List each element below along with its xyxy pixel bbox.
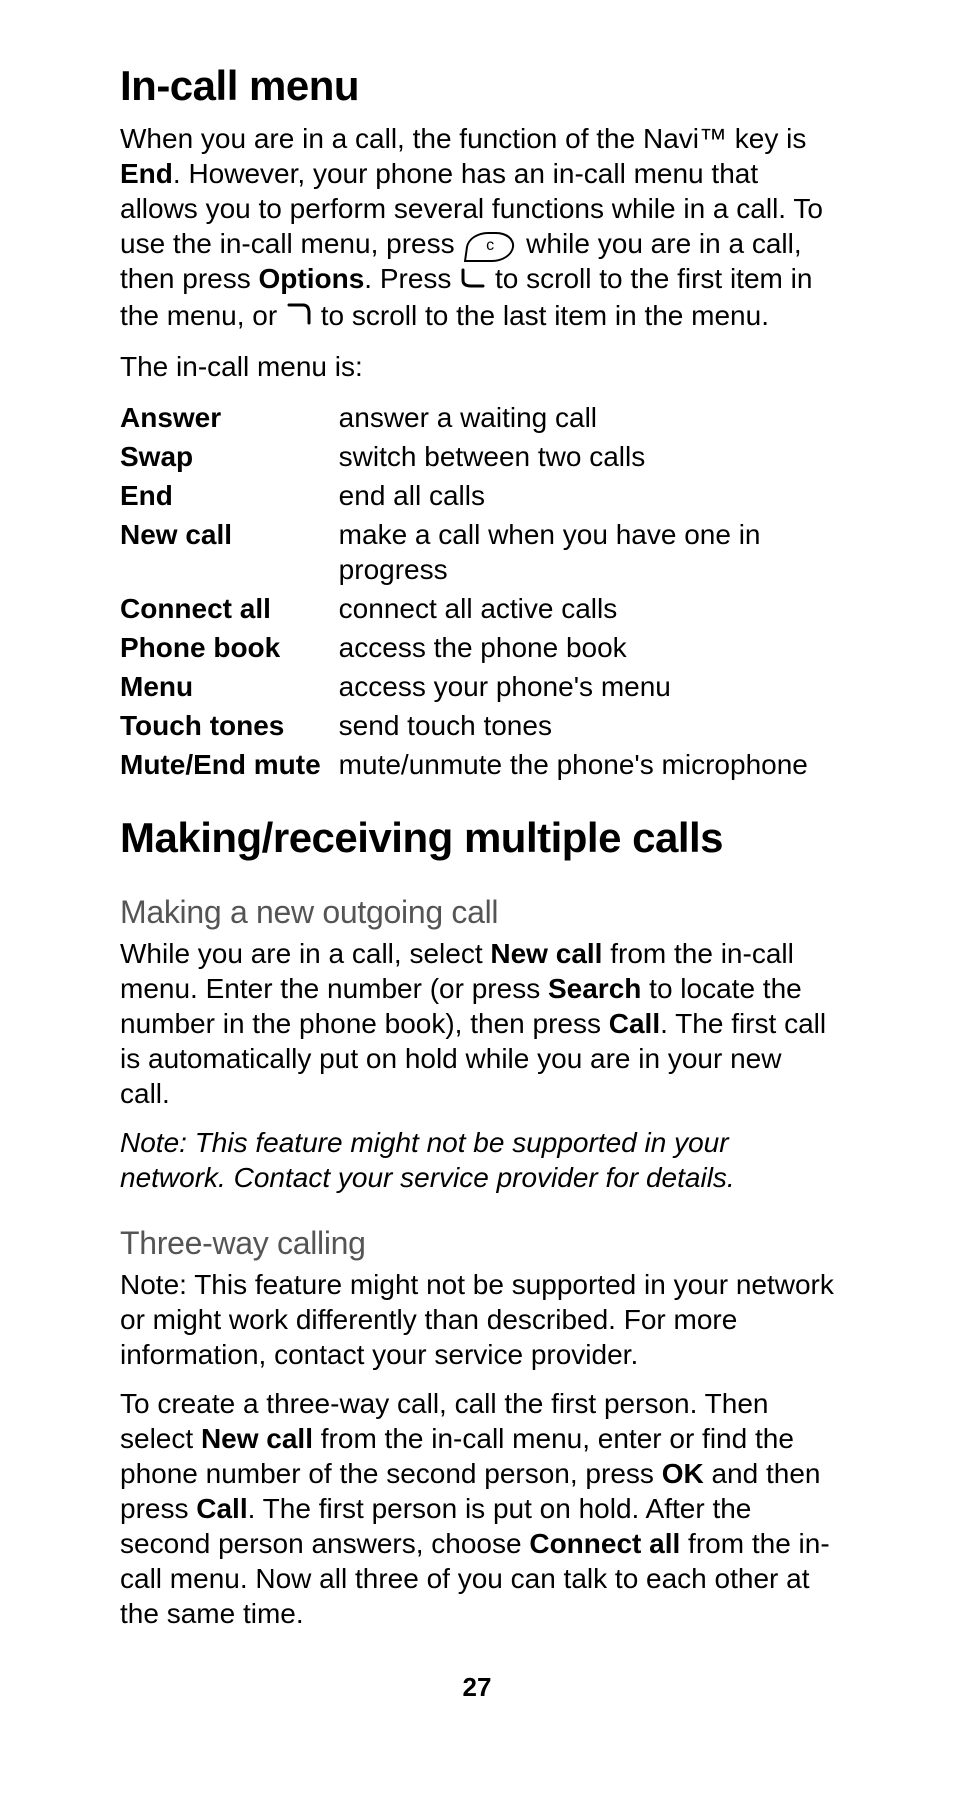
menu-desc: connect all active calls [339,589,834,628]
menu-row: New callmake a call when you have one in… [120,515,834,589]
menu-term: End [120,476,339,515]
heading-new-outgoing: Making a new outgoing call [120,892,834,932]
menu-desc: mute/unmute the phone's microphone [339,745,834,784]
intro-text: to scroll to the last item in the menu. [321,300,769,331]
bold-call: Call [609,1008,660,1039]
heading-three-way: Three-way calling [120,1223,834,1263]
menu-row: Menuaccess your phone's menu [120,667,834,706]
menu-row: Mute/End mutemute/unmute the phone's mic… [120,745,834,784]
menu-term: Swap [120,437,339,476]
heading-multiple-calls: Making/receiving multiple calls [120,812,834,865]
menu-desc: access the phone book [339,628,834,667]
menu-term: Touch tones [120,706,339,745]
menu-term: Menu [120,667,339,706]
menu-term: Mute/End mute [120,745,339,784]
menu-desc: answer a waiting call [339,398,834,437]
menu-term: New call [120,515,339,589]
menu-desc: make a call when you have one in progres… [339,515,834,589]
menu-row: Answeranswer a waiting call [120,398,834,437]
intro-end-bold: End [120,158,173,189]
menu-term: Connect all [120,589,339,628]
intro-paragraph: When you are in a call, the function of … [120,121,834,335]
heading-in-call-menu: In-call menu [120,60,834,113]
menu-desc: access your phone's menu [339,667,834,706]
menu-row: Connect allconnect all active calls [120,589,834,628]
intro-text: When you are in a call, the function of … [120,123,806,154]
menu-row: Touch tonessend touch tones [120,706,834,745]
menu-desc: end all calls [339,476,834,515]
menu-lead: The in-call menu is: [120,349,834,384]
menu-desc: switch between two calls [339,437,834,476]
c-key-icon [464,232,516,262]
note-new-outgoing: Note: This feature might not be supporte… [120,1125,834,1195]
menu-row: Phone bookaccess the phone book [120,628,834,667]
bold-search: Search [548,973,641,1004]
bold-ok: OK [662,1458,704,1489]
bold-new-call: New call [201,1423,313,1454]
bold-new-call: New call [490,938,602,969]
intro-options-bold: Options [259,263,365,294]
bold-call: Call [196,1493,247,1524]
menu-desc: send touch tones [339,706,834,745]
scroll-up-icon [285,298,313,333]
new-outgoing-paragraph: While you are in a call, select New call… [120,936,834,1111]
three-way-note: Note: This feature might not be supporte… [120,1267,834,1372]
menu-term: Answer [120,398,339,437]
intro-text: . Press [364,263,459,294]
menu-row: Endend all calls [120,476,834,515]
bold-connect-all: Connect all [529,1528,680,1559]
three-way-paragraph: To create a three-way call, call the fir… [120,1386,834,1631]
page-number: 27 [120,1671,834,1704]
scroll-down-icon [459,261,487,296]
menu-term: Phone book [120,628,339,667]
text: While you are in a call, select [120,938,490,969]
menu-row: Swapswitch between two calls [120,437,834,476]
in-call-menu-table: Answeranswer a waiting callSwapswitch be… [120,398,834,784]
